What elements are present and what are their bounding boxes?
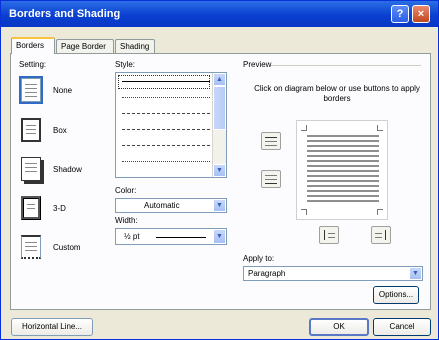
tab-borders[interactable]: Borders — [11, 37, 55, 54]
width-label: Width: — [115, 216, 138, 225]
width-line-sample — [156, 237, 206, 238]
color-dropdown[interactable]: Automatic ▼ — [115, 198, 227, 213]
preview-divider — [271, 65, 421, 66]
setting-3d-icon — [21, 196, 41, 220]
setting-custom[interactable]: Custom — [21, 235, 91, 265]
preview-label: Preview — [243, 60, 272, 69]
style-option-dash[interactable] — [122, 129, 210, 130]
setting-none-icon — [19, 76, 43, 104]
preview-group: Preview Click on diagram below or use bu… — [241, 60, 423, 304]
horizontal-line-button[interactable]: Horizontal Line... — [11, 318, 93, 336]
setting-box-icon — [21, 118, 41, 142]
width-dropdown[interactable]: ½ pt ▼ — [115, 228, 227, 245]
style-scrollbar[interactable]: ▲ ▼ — [212, 73, 226, 177]
setting-3d[interactable]: 3-D — [21, 196, 91, 226]
cancel-button[interactable]: Cancel — [373, 318, 431, 336]
ok-button[interactable]: OK — [309, 318, 369, 336]
setting-none-label: None — [53, 86, 73, 95]
chevron-down-icon[interactable]: ▼ — [213, 229, 226, 244]
setting-shadow-label: Shadow — [53, 165, 82, 174]
scroll-up-icon[interactable]: ▲ — [213, 73, 226, 86]
setting-3d-label: 3-D — [53, 204, 66, 213]
preview-diagram[interactable] — [296, 120, 388, 220]
width-value: ½ pt — [124, 232, 140, 241]
apply-to-dropdown[interactable]: Paragraph ▼ — [243, 266, 423, 281]
title-bar[interactable]: Borders and Shading ? × — [1, 1, 438, 27]
dialog-title: Borders and Shading — [9, 8, 121, 20]
close-button[interactable]: × — [412, 5, 430, 23]
style-selection — [118, 75, 210, 89]
chevron-down-icon[interactable]: ▼ — [409, 267, 422, 280]
apply-to-label: Apply to: — [243, 254, 275, 263]
color-label: Color: — [115, 186, 137, 195]
style-list[interactable]: ▲ ▼ — [115, 72, 227, 178]
style-option-small-dash[interactable] — [122, 113, 210, 114]
chevron-down-icon[interactable]: ▼ — [213, 199, 226, 212]
style-option-solid[interactable] — [122, 81, 210, 82]
setting-shadow-icon — [21, 157, 41, 181]
preview-instructions: Click on diagram below or use buttons to… — [254, 84, 420, 103]
setting-none[interactable]: None — [19, 76, 91, 108]
scroll-down-icon[interactable]: ▼ — [213, 164, 226, 177]
right-border-button[interactable] — [371, 226, 391, 244]
options-button[interactable]: Options... — [373, 286, 419, 304]
scroll-thumb[interactable] — [213, 86, 226, 130]
setting-custom-label: Custom — [53, 243, 81, 252]
apply-to-value: Paragraph — [248, 269, 286, 278]
setting-box-label: Box — [53, 126, 67, 135]
left-border-button[interactable] — [319, 226, 339, 244]
borders-panel: Setting: None Box Shadow 3-D Custom Styl… — [10, 53, 431, 310]
style-label: Style: — [115, 60, 136, 69]
help-button[interactable]: ? — [391, 5, 409, 23]
style-option-dash-dot[interactable] — [122, 145, 210, 146]
top-border-button[interactable] — [261, 132, 281, 150]
bottom-border-button[interactable] — [261, 170, 281, 188]
tab-shading[interactable]: Shading — [115, 39, 155, 53]
setting-shadow[interactable]: Shadow — [21, 157, 91, 187]
setting-label: Setting: — [19, 60, 47, 69]
borders-and-shading-dialog: Borders and Shading ? × Borders Page Bor… — [0, 0, 439, 340]
tab-page-border[interactable]: Page Border — [56, 39, 114, 53]
color-value: Automatic — [144, 201, 180, 210]
setting-custom-icon — [21, 235, 41, 259]
style-option-dash-dot-dot[interactable] — [122, 161, 210, 162]
style-option-dotted[interactable] — [122, 97, 210, 98]
setting-box[interactable]: Box — [21, 118, 91, 148]
